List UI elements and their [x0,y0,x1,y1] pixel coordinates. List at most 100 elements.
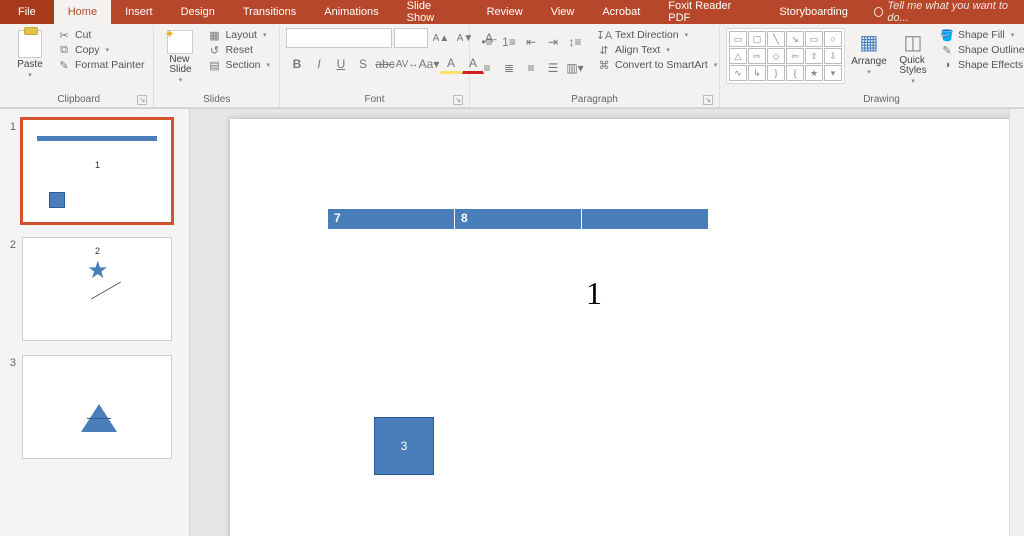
italic-button[interactable]: I [308,54,330,74]
shape-arrow-icon[interactable]: ↘ [786,31,804,47]
line-spacing-button[interactable]: ↕≡ [564,32,586,52]
slide-canvas[interactable]: 7 8 1 3 [230,119,1024,536]
dialog-launcher-icon[interactable]: ↘ [453,95,463,105]
format-painter-button[interactable]: ✎Format Painter [54,58,147,72]
reset-icon: ↺ [207,44,221,56]
slide-thumbnail-2[interactable]: 2 ★ [22,237,172,341]
font-size-combo[interactable] [394,28,428,48]
dialog-launcher-icon[interactable]: ↘ [703,95,713,105]
dialog-launcher-icon[interactable]: ↘ [137,95,147,105]
shape-effects-label: Shape Effects [958,59,1023,71]
group-drawing: ▭ ▢ ╲ ↘ ▭ ○ △ ⇨ ◇ ⇦ ⇧ ⇩ ∿ ↳ } { ★ ▾ ▦ [720,26,1024,107]
change-case-button[interactable]: Aa▾ [418,54,440,74]
numbering-button[interactable]: 1≡ [498,32,520,52]
layout-label: Layout [225,29,257,41]
shape-textbox-icon[interactable]: ▭ [729,31,747,47]
shape-arrowr-icon[interactable]: ⇨ [748,48,766,64]
bold-button[interactable]: B [286,54,308,74]
group-label-font: Font↘ [286,94,463,107]
shape-brace2-icon[interactable]: { [786,65,804,81]
reset-button[interactable]: ↺Reset [204,43,273,57]
decrease-indent-button[interactable]: ⇤ [520,32,542,52]
tab-design[interactable]: Design [167,0,229,24]
shape-effects-button[interactable]: ◑Shape Effects▾ [937,58,1024,72]
shape-brace-icon[interactable]: } [767,65,785,81]
shape-star-icon[interactable]: ★ [805,65,823,81]
vertical-scrollbar[interactable] [1009,109,1024,536]
shadow-button[interactable]: S [352,54,374,74]
cut-button[interactable]: ✂Cut [54,28,147,42]
tab-file[interactable]: File [0,0,54,24]
slide-thumbnail-3[interactable] [22,355,172,459]
tab-home[interactable]: Home [54,0,111,24]
copy-label: Copy [75,44,100,56]
shape-fill-button[interactable]: 🪣Shape Fill▾ [937,28,1024,42]
thumb-square-icon [49,192,65,208]
slide-thumbnail-1[interactable]: 1 [22,119,172,223]
group-slides: NewSlide ▾ ▦Layout▾ ↺Reset ▤Section▾ Sli… [154,26,280,107]
shape-curve-icon[interactable]: ∿ [729,65,747,81]
copy-button[interactable]: ⧉Copy▾ [54,43,147,57]
tab-storyboarding[interactable]: Storyboarding [765,0,862,24]
shape-diamond-icon[interactable]: ◇ [767,48,785,64]
group-paragraph: •≡ 1≡ ⇤ ⇥ ↕≡ ≡ ≣ ≡ ☰ ▥▾ ↧AText Direction… [470,26,720,107]
strike-button[interactable]: abc [374,54,396,74]
align-center-button[interactable]: ≣ [498,58,520,78]
rectangle-shape[interactable]: 3 [374,417,434,475]
tab-acrobat[interactable]: Acrobat [588,0,654,24]
underline-button[interactable]: U [330,54,352,74]
shapes-gallery[interactable]: ▭ ▢ ╲ ↘ ▭ ○ △ ⇨ ◇ ⇦ ⇧ ⇩ ∿ ↳ } { ★ ▾ [726,28,845,84]
tab-insert[interactable]: Insert [111,0,167,24]
increase-indent-button[interactable]: ⇥ [542,32,564,52]
new-slide-button[interactable]: NewSlide ▾ [160,28,200,84]
arrange-button[interactable]: ▦ Arrange ▾ [849,28,889,76]
quick-styles-button[interactable]: ◫ QuickStyles ▾ [893,28,933,85]
ribbon: Paste ▾ ✂Cut ⧉Copy▾ ✎Format Painter Clip… [0,24,1024,108]
paste-button[interactable]: Paste ▾ [10,28,50,79]
table-cell[interactable]: 8 [455,209,582,229]
text-object[interactable]: 1 [586,275,602,312]
slide-canvas-area: 7 8 1 3 [190,109,1024,536]
shape-tri-icon[interactable]: △ [729,48,747,64]
text-direction-button[interactable]: ↧AText Direction▾ [594,28,720,42]
shape-oval-icon[interactable]: ○ [824,31,842,47]
char-spacing-button[interactable]: AV↔ [396,54,418,74]
align-left-button[interactable]: ≡ [476,58,498,78]
group-label-paragraph: Paragraph↘ [476,94,713,107]
columns-button[interactable]: ▥▾ [564,58,586,78]
shape-more-icon[interactable]: ▾ [824,65,842,81]
layout-button[interactable]: ▦Layout▾ [204,28,273,42]
table-cell[interactable]: 7 [328,209,455,229]
shape-conn-icon[interactable]: ↳ [748,65,766,81]
shape-arrowl-icon[interactable]: ⇦ [786,48,804,64]
section-button[interactable]: ▤Section▾ [204,58,273,72]
format-painter-label: Format Painter [75,59,144,71]
quick-styles-label: QuickStyles [899,56,926,76]
ribbon-tabs: File Home Insert Design Transitions Anim… [0,0,1024,24]
shape-outline-button[interactable]: ✎Shape Outline▾ [937,43,1024,57]
align-text-button[interactable]: ⇵Align Text▾ [594,43,720,57]
shape-arrowu-icon[interactable]: ⇧ [805,48,823,64]
shape-arrowd-icon[interactable]: ⇩ [824,48,842,64]
tab-slideshow[interactable]: Slide Show [393,0,473,24]
grow-font-button[interactable]: A▲ [430,28,452,48]
shape-rect2-icon[interactable]: ▭ [805,31,823,47]
table-cell[interactable] [582,209,708,229]
font-name-combo[interactable] [286,28,392,48]
tab-foxit[interactable]: Foxit Reader PDF [654,0,765,24]
align-right-button[interactable]: ≡ [520,58,542,78]
copy-icon: ⧉ [57,44,71,56]
tab-transitions[interactable]: Transitions [229,0,310,24]
tab-view[interactable]: View [537,0,589,24]
bullets-button[interactable]: •≡ [476,32,498,52]
tab-review[interactable]: Review [473,0,537,24]
table-object[interactable]: 7 8 [328,209,708,229]
justify-button[interactable]: ☰ [542,58,564,78]
tab-animations[interactable]: Animations [310,0,392,24]
tell-me-search[interactable]: Tell me what you want to do... [874,0,1024,24]
shape-rect-icon[interactable]: ▢ [748,31,766,47]
font-highlight-button[interactable]: A [440,54,462,74]
group-label-drawing: Drawing↘ [726,94,1024,107]
convert-smartart-button[interactable]: ⌘Convert to SmartArt▾ [594,58,720,72]
shape-line-icon[interactable]: ╲ [767,31,785,47]
